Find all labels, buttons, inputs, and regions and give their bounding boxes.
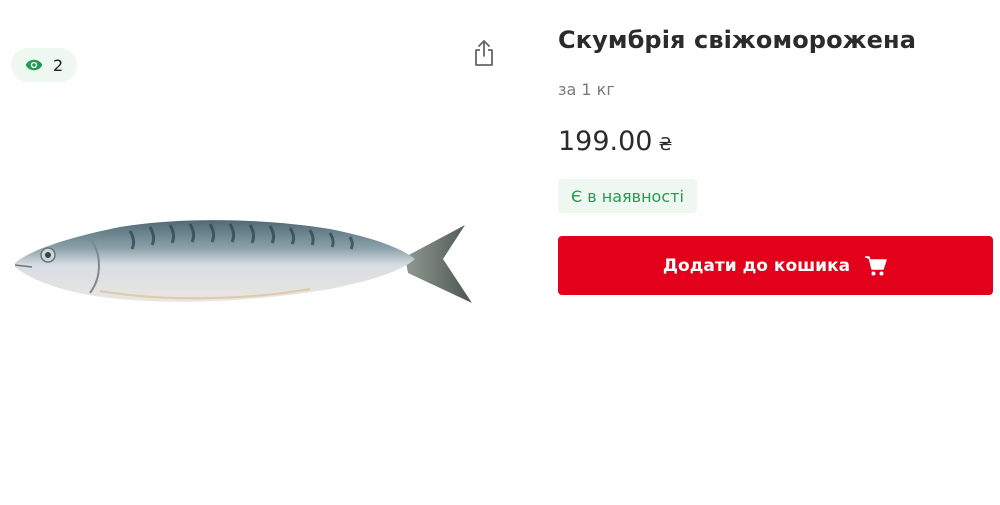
product-title: Скумбрія свіжоморожена: [558, 26, 917, 54]
cart-icon: [865, 255, 887, 275]
stock-status-badge: Є в наявності: [558, 179, 697, 213]
product-gallery: 2: [0, 0, 520, 505]
price-currency: ₴: [658, 134, 673, 155]
share-button[interactable]: [470, 38, 498, 68]
product-price: 199.00 ₴: [558, 126, 672, 157]
share-icon: [475, 40, 493, 66]
price-amount: 199.00: [558, 126, 653, 157]
add-to-cart-button[interactable]: Додати до кошика: [558, 236, 993, 295]
mackerel-fish-image: [14, 220, 472, 303]
product-unit: за 1 кг: [558, 80, 615, 99]
views-badge: 2: [11, 48, 78, 82]
eye-icon: [25, 59, 43, 71]
views-count: 2: [53, 55, 64, 75]
add-to-cart-label: Додати до кошика: [662, 255, 851, 276]
